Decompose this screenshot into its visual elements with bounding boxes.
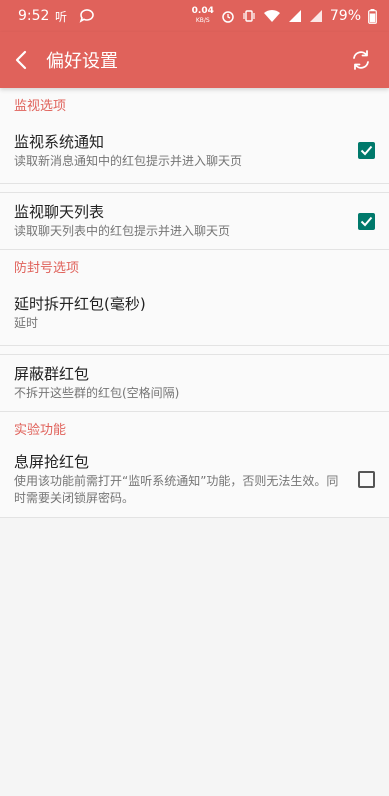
wifi-icon — [263, 9, 281, 23]
alarm-icon — [221, 9, 235, 23]
checkmark-icon — [360, 145, 373, 156]
category-monitor-options: 监视选项 — [14, 99, 67, 114]
pref-title: 息屏抢红包 — [14, 453, 90, 471]
status-bar: 9:52 听 0.04 KB/S 79% — [0, 0, 389, 32]
pref-screen-off-grab[interactable]: 息屏抢红包 使用该功能前需打开“监听系统通知”功能，否则无法生效。同时需要关闭锁… — [0, 442, 389, 518]
pref-summary: 读取聊天列表中的红包提示并进入聊天页 — [14, 224, 231, 238]
pref-delay-open[interactable]: 延时拆开红包(毫秒) 延时 — [0, 280, 389, 346]
pref-title: 屏蔽群红包 — [14, 365, 90, 383]
battery-level: 79% — [329, 8, 361, 24]
network-speed-value: 0.04 — [191, 6, 214, 16]
monitor-notification-checkbox[interactable] — [358, 142, 375, 159]
preferences-list: 监视选项 监视系统通知 读取新消息通知中的红包提示并进入聊天页 监视聊天列表 读… — [0, 88, 389, 518]
chat-notification-icon — [79, 9, 95, 23]
music-app-icon: 听 — [55, 9, 73, 23]
page-title: 偏好设置 — [46, 51, 118, 72]
back-arrow-icon[interactable] — [14, 46, 36, 74]
pref-summary: 延时 — [14, 315, 39, 330]
screen: 9:52 听 0.04 KB/S 79% 偏好设置 监视选项 监视系统通知 读取… — [0, 0, 389, 796]
refresh-icon[interactable] — [349, 48, 373, 72]
pref-title: 监视系统通知 — [14, 132, 105, 151]
network-speed-unit: KB/S — [195, 17, 210, 24]
network-speed: 0.04 KB/S — [192, 7, 214, 25]
svg-text:听: 听 — [55, 10, 67, 23]
screen-off-grab-checkbox[interactable] — [358, 471, 375, 488]
battery-icon — [368, 8, 377, 24]
category-experimental: 实验功能 — [14, 423, 67, 438]
signal-4g-icon — [309, 9, 323, 23]
pref-monitor-chat-list[interactable]: 监视聊天列表 读取聊天列表中的红包提示并进入聊天页 — [0, 192, 389, 250]
pref-block-groups[interactable]: 屏蔽群红包 不拆开这些群的红包(空格间隔) — [0, 354, 389, 412]
pref-title: 监视聊天列表 — [14, 203, 105, 221]
pref-monitor-system-notification[interactable]: 监视系统通知 读取新消息通知中的红包提示并进入聊天页 — [0, 118, 389, 184]
pref-summary: 使用该功能前需打开“监听系统通知”功能，否则无法生效。同时需要关闭锁屏密码。 — [14, 474, 339, 505]
pref-title: 延时拆开红包(毫秒) — [14, 294, 146, 313]
app-toolbar: 偏好设置 — [0, 32, 389, 88]
monitor-chat-list-checkbox[interactable] — [358, 212, 375, 230]
pref-summary: 不拆开这些群的红包(空格间隔) — [14, 386, 180, 400]
signal-icon — [288, 9, 302, 23]
pref-summary: 读取新消息通知中的红包提示并进入聊天页 — [14, 153, 243, 168]
vibrate-icon — [242, 9, 256, 23]
checkmark-icon — [360, 216, 373, 226]
status-time: 9:52 — [18, 8, 50, 24]
category-anti-ban-options: 防封号选项 — [14, 261, 80, 276]
